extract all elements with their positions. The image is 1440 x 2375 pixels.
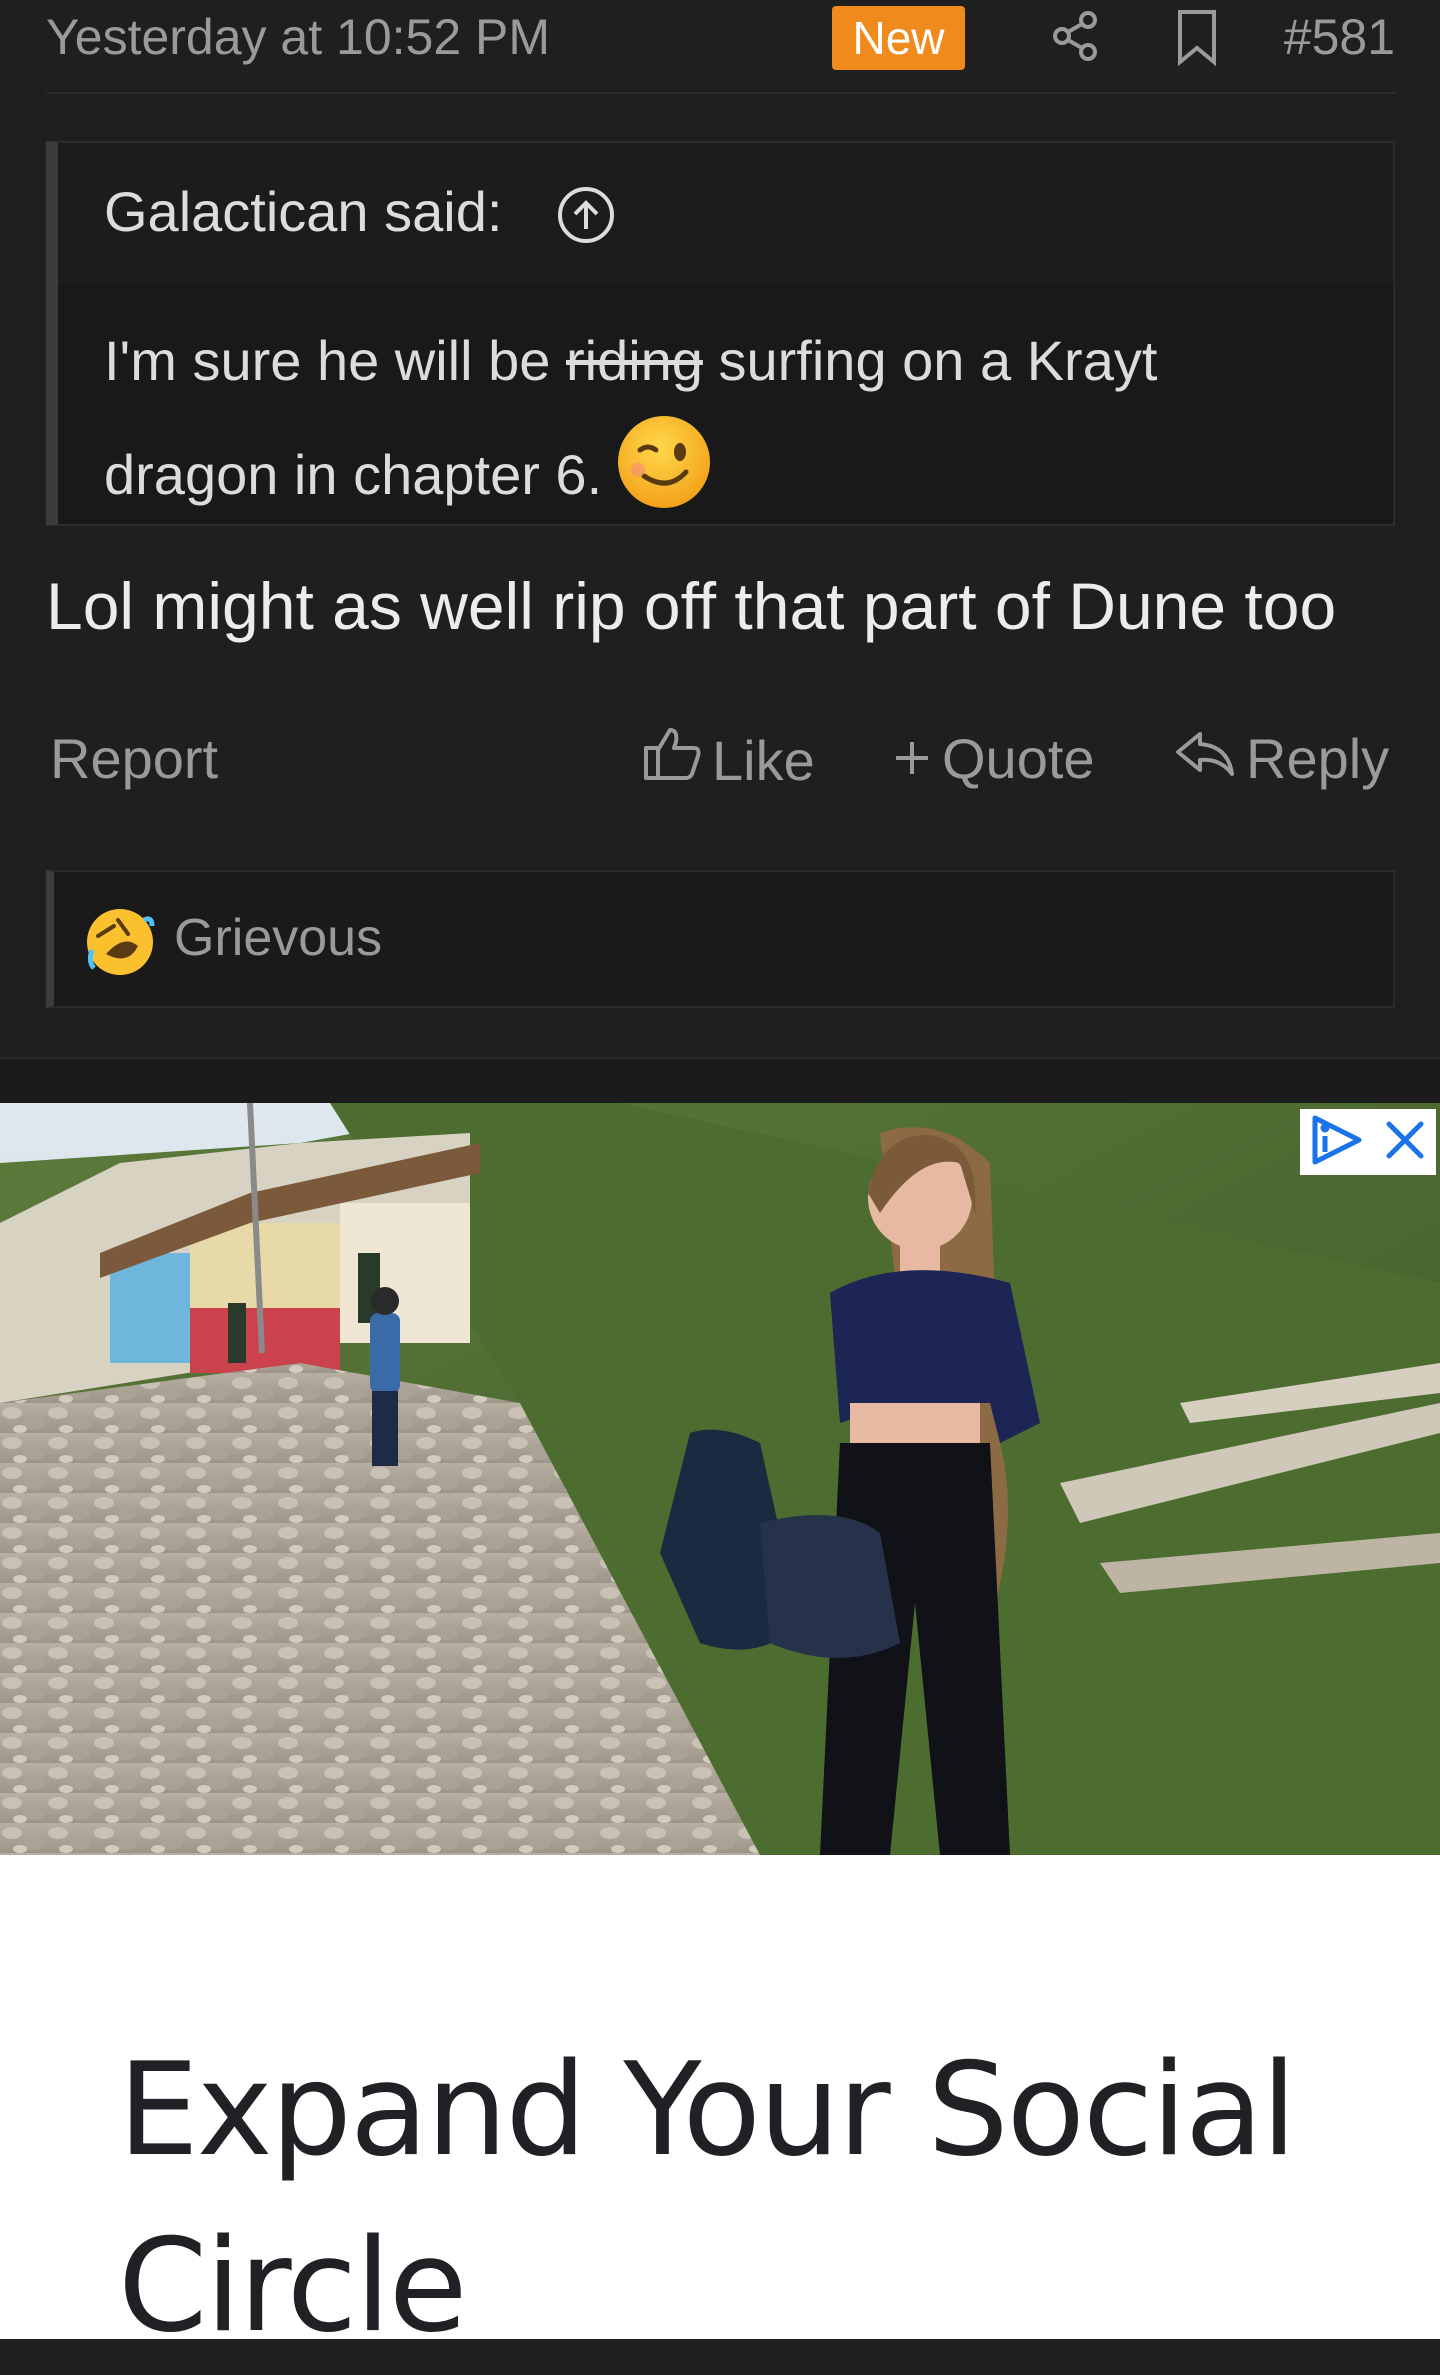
post-message: Lol might as well rip off that part of D… bbox=[46, 569, 1337, 643]
post-separator bbox=[0, 1057, 1440, 1105]
adchoices-icon[interactable] bbox=[1309, 1114, 1365, 1171]
reply-button[interactable]: Reply bbox=[1174, 726, 1389, 791]
bookmark-icon[interactable] bbox=[1172, 8, 1222, 73]
reply-arrow-icon bbox=[1174, 726, 1246, 791]
post-timestamp[interactable]: Yesterday at 10:52 PM bbox=[46, 8, 550, 66]
like-button[interactable]: Like bbox=[642, 726, 815, 795]
plus-icon bbox=[892, 726, 942, 791]
new-badge: New bbox=[832, 6, 965, 70]
quote-header: Galactican said: bbox=[58, 143, 1393, 283]
ad-choices[interactable] bbox=[1300, 1109, 1436, 1175]
quote-label: Quote bbox=[942, 727, 1095, 790]
quote-text-struck: riding bbox=[565, 329, 703, 392]
post-header: Yesterday at 10:52 PM New #581 bbox=[46, 0, 1395, 94]
quote-author[interactable]: Galactican said: bbox=[104, 179, 502, 244]
thumbs-up-icon bbox=[642, 726, 712, 795]
reply-label: Reply bbox=[1246, 727, 1390, 790]
ad-headline[interactable]: Expand Your Social Circle bbox=[118, 2023, 1378, 2375]
quote-button[interactable]: Quote bbox=[892, 726, 1095, 791]
quote-text-start: I'm sure he will be bbox=[104, 329, 566, 392]
forum-post: Yesterday at 10:52 PM New #581 Galactica… bbox=[0, 0, 1440, 1057]
rolling-laughing-emoji-icon bbox=[84, 906, 156, 983]
advertisement[interactable]: Expand Your Social Circle bbox=[0, 1103, 1440, 2361]
quote-text: I'm sure he will be riding surfing on a … bbox=[104, 307, 1344, 544]
post-actions: Report Like Quote Reply bbox=[46, 720, 1395, 800]
post-number[interactable]: #581 bbox=[1284, 8, 1395, 66]
ad-image[interactable] bbox=[0, 1103, 1440, 1855]
like-label: Like bbox=[712, 729, 815, 792]
close-icon[interactable] bbox=[1383, 1118, 1427, 1167]
ad-photo-graphic bbox=[0, 1103, 1440, 1855]
quote-block: Galactican said: I'm sure he will be rid… bbox=[46, 141, 1395, 526]
winking-face-icon bbox=[616, 414, 712, 544]
arrow-up-circle-icon[interactable] bbox=[556, 185, 616, 250]
reaction-user-name[interactable]: Grievous bbox=[174, 908, 382, 968]
share-icon[interactable] bbox=[1048, 8, 1104, 69]
report-link[interactable]: Report bbox=[50, 726, 218, 791]
reactions-bar[interactable]: Grievous bbox=[46, 870, 1395, 1008]
